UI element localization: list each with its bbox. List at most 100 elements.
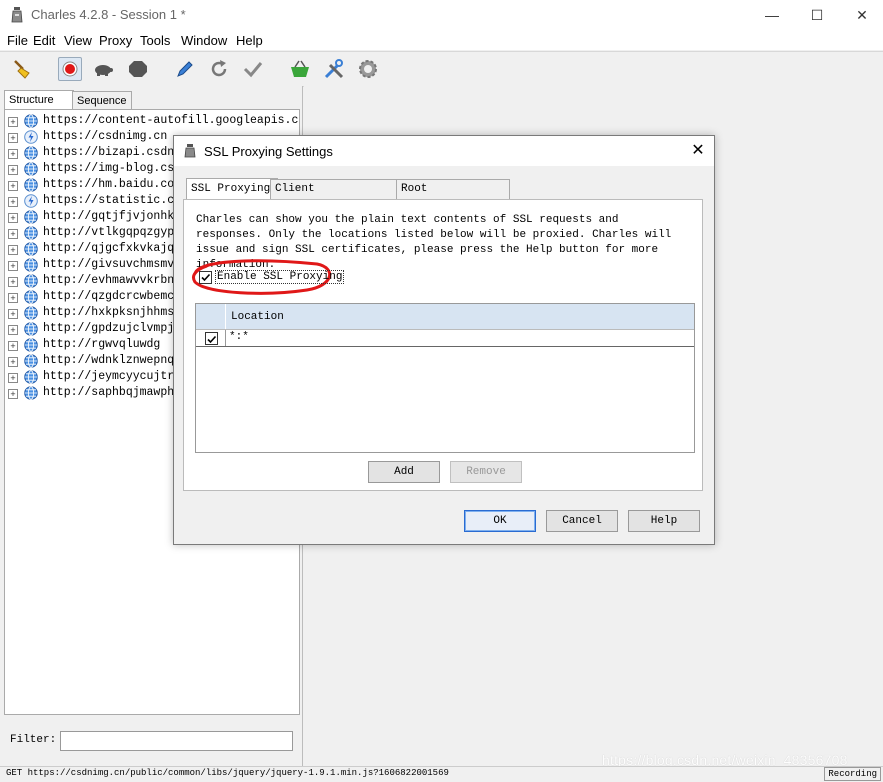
expand-icon[interactable]: +	[8, 181, 18, 191]
expand-icon[interactable]: +	[8, 229, 18, 239]
dialog-titlebar: SSL Proxying Settings ✕	[174, 136, 714, 166]
settings-icon[interactable]	[357, 58, 379, 80]
globe-icon	[24, 258, 38, 272]
expand-icon[interactable]: +	[8, 133, 18, 143]
globe-icon	[24, 274, 38, 288]
expand-icon[interactable]: +	[8, 165, 18, 175]
maximize-button[interactable]: ☐	[797, 3, 837, 27]
globe-icon	[24, 322, 38, 336]
globe-icon	[24, 354, 38, 368]
ssl-proxying-panel: Charles can show you the plain text cont…	[183, 199, 703, 491]
expand-icon[interactable]: +	[8, 293, 18, 303]
globe-icon	[24, 290, 38, 304]
host-label: https://content-autofill.googleapis.com	[43, 114, 300, 127]
expand-icon[interactable]: +	[8, 149, 18, 159]
lightning-globe-icon	[24, 130, 38, 144]
record-icon[interactable]	[58, 57, 82, 81]
menu-file[interactable]: File	[7, 33, 28, 48]
host-label: http://hxkpksnjhhmsla	[43, 306, 188, 319]
globe-icon	[24, 226, 38, 240]
status-bar: GET https://csdnimg.cn/public/common/lib…	[0, 766, 883, 782]
host-label: https://hm.baidu.com	[43, 178, 182, 191]
host-label: https://csdnimg.cn	[43, 130, 168, 143]
dialog-close-button[interactable]: ✕	[686, 141, 710, 161]
expand-icon[interactable]: +	[8, 213, 18, 223]
expand-icon[interactable]: +	[8, 277, 18, 287]
minimize-button[interactable]: —	[752, 3, 792, 27]
globe-icon	[24, 338, 38, 352]
remove-button[interactable]: Remove	[450, 461, 522, 483]
globe-icon	[24, 242, 38, 256]
expand-icon[interactable]: +	[8, 309, 18, 319]
location-column-header[interactable]: Location	[231, 311, 284, 323]
globe-icon	[24, 178, 38, 192]
globe-icon	[24, 386, 38, 400]
expand-icon[interactable]: +	[8, 117, 18, 127]
broom-icon[interactable]	[11, 58, 33, 80]
stop-icon[interactable]	[127, 58, 149, 80]
menu-view[interactable]: View	[64, 33, 92, 48]
expand-icon[interactable]: +	[8, 341, 18, 351]
globe-icon	[24, 114, 38, 128]
row-checkbox[interactable]	[205, 332, 218, 345]
cancel-button[interactable]: Cancel	[546, 510, 618, 532]
host-label: http://jeymcyycujtr	[43, 370, 175, 383]
add-button[interactable]: Add	[368, 461, 440, 483]
expand-icon[interactable]: +	[8, 373, 18, 383]
locations-table: Location *:*	[195, 303, 695, 453]
globe-icon	[24, 306, 38, 320]
tab-ssl-proxying[interactable]: SSL Proxying	[186, 178, 278, 201]
toolbar	[0, 51, 883, 87]
tab-structure[interactable]: Structure	[4, 90, 74, 111]
expand-icon[interactable]: +	[8, 197, 18, 207]
tab-sequence[interactable]: Sequence	[72, 91, 132, 111]
tools-icon[interactable]	[323, 58, 345, 80]
host-label: http://qzgdcrcwbemc	[43, 290, 175, 303]
header-checkbox-column	[196, 304, 226, 329]
row-location: *:*	[229, 331, 249, 343]
check-icon[interactable]	[242, 58, 264, 80]
window-titlebar: Charles 4.2.8 - Session 1 * — ☐ ✕	[0, 0, 883, 30]
globe-icon	[24, 370, 38, 384]
ok-button[interactable]: OK	[464, 510, 536, 532]
lightning-globe-icon	[24, 194, 38, 208]
pen-icon[interactable]	[174, 58, 196, 80]
host-label: http://rgwvqluwdg	[43, 338, 161, 351]
host-label: http://vtlkgqpqzgypu	[43, 226, 182, 239]
tab-root-certificate[interactable]: Root Certificate	[396, 179, 510, 214]
globe-icon	[24, 146, 38, 160]
expand-icon[interactable]: +	[8, 357, 18, 367]
menu-bar: File Edit View Proxy Tools Window Help	[0, 30, 883, 50]
menu-window[interactable]: Window	[181, 33, 227, 48]
basket-icon[interactable]	[289, 58, 311, 80]
column-divider	[225, 330, 226, 346]
help-button[interactable]: Help	[628, 510, 700, 532]
tab-client-certificates[interactable]: Client Certificates	[270, 179, 402, 214]
host-label: http://qjgcfxkvkajqxk	[43, 242, 188, 255]
globe-icon	[24, 210, 38, 224]
window-title: Charles 4.2.8 - Session 1 *	[31, 7, 186, 22]
status-text: GET https://csdnimg.cn/public/common/lib…	[6, 768, 449, 778]
enable-checkbox-box[interactable]	[199, 271, 212, 284]
charles-app-icon	[184, 144, 196, 158]
filter-input[interactable]	[60, 731, 293, 751]
menu-tools[interactable]: Tools	[140, 33, 170, 48]
close-window-button[interactable]: ✕	[842, 3, 882, 27]
enable-ssl-proxying-label[interactable]: Enable SSL Proxying	[215, 270, 345, 284]
table-row[interactable]: *:*	[196, 330, 694, 347]
expand-icon[interactable]: +	[8, 389, 18, 399]
expand-icon[interactable]: +	[8, 261, 18, 271]
recording-status: Recording	[824, 767, 881, 781]
expand-icon[interactable]: +	[8, 245, 18, 255]
ssl-proxying-dialog: SSL Proxying Settings ✕ SSL Proxying Cli…	[173, 135, 715, 545]
host-label: http://gpdzujclvmpji	[43, 322, 182, 335]
turtle-icon[interactable]	[92, 58, 114, 80]
globe-icon	[24, 162, 38, 176]
refresh-icon[interactable]	[208, 58, 230, 80]
menu-proxy[interactable]: Proxy	[99, 33, 132, 48]
tree-row[interactable]: + https://content-autofill.googleapis.com	[5, 113, 300, 129]
menu-edit[interactable]: Edit	[33, 33, 55, 48]
expand-icon[interactable]: +	[8, 325, 18, 335]
dialog-title: SSL Proxying Settings	[204, 144, 333, 159]
menu-help[interactable]: Help	[236, 33, 263, 48]
